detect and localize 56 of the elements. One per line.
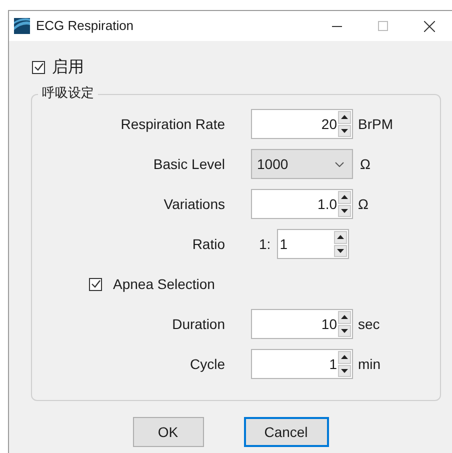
spin-value: 1 bbox=[280, 234, 288, 254]
chevron-down-icon bbox=[335, 162, 344, 166]
spin-box[interactable]: 1 bbox=[251, 349, 353, 379]
unit-label: min bbox=[358, 354, 381, 374]
unit-label: Ω bbox=[360, 154, 370, 174]
spin-up-button[interactable] bbox=[334, 231, 347, 244]
up-arrow-icon bbox=[341, 115, 348, 120]
spin-down-button[interactable] bbox=[338, 324, 351, 337]
up-arrow-icon bbox=[341, 315, 348, 320]
up-arrow-icon bbox=[336, 235, 344, 240]
field-label: Respiration Rate bbox=[120, 114, 225, 134]
down-arrow-icon bbox=[341, 128, 348, 133]
spin-down-button[interactable] bbox=[338, 204, 351, 217]
down-arrow-icon bbox=[341, 328, 348, 333]
unit-label: sec bbox=[358, 314, 380, 334]
spin-down-button[interactable] bbox=[338, 364, 351, 377]
spin-up-button[interactable] bbox=[338, 191, 351, 204]
checkbox-label: Apnea Selection bbox=[113, 274, 215, 294]
field-label: Variations bbox=[162, 194, 225, 214]
checkbox[interactable] bbox=[32, 60, 45, 74]
spin-box[interactable]: 1.0 bbox=[251, 189, 353, 219]
down-arrow-icon bbox=[341, 208, 348, 213]
spin-box[interactable]: 10 bbox=[251, 309, 353, 339]
spin-value: 1.0 bbox=[318, 194, 337, 214]
app-logo-icon bbox=[14, 18, 30, 34]
down-arrow-icon bbox=[341, 368, 348, 373]
check-icon bbox=[90, 279, 100, 289]
spin-box[interactable]: 20 bbox=[251, 109, 353, 139]
close-icon bbox=[424, 20, 434, 32]
spin-up-button[interactable] bbox=[338, 111, 351, 124]
spin-down-button[interactable] bbox=[338, 124, 351, 137]
spin-box[interactable]: 1 bbox=[276, 229, 349, 259]
unit-label: Ω bbox=[358, 194, 368, 214]
window-title: ECG Respiration bbox=[36, 17, 134, 36]
field-label: Basic Level bbox=[152, 154, 225, 174]
checkbox-label: 启用 bbox=[52, 56, 84, 78]
dialog-button[interactable]: Cancel bbox=[244, 417, 328, 447]
up-arrow-icon bbox=[341, 355, 348, 360]
ratio-prefix: 1: bbox=[259, 234, 271, 254]
spin-down-button[interactable] bbox=[334, 244, 347, 257]
dialog-button[interactable]: OK bbox=[132, 417, 204, 447]
spin-value: 1 bbox=[329, 354, 337, 374]
field-label: Ratio bbox=[191, 234, 225, 254]
unit-label: BrPM bbox=[358, 114, 393, 134]
dropdown[interactable]: 1000 bbox=[251, 149, 353, 179]
spin-up-button[interactable] bbox=[338, 351, 351, 364]
spin-value: 20 bbox=[321, 114, 337, 134]
spin-value: 10 bbox=[321, 314, 337, 334]
field-label: Cycle bbox=[188, 354, 225, 374]
check-icon bbox=[34, 62, 44, 72]
up-arrow-icon bbox=[341, 195, 348, 200]
checkbox[interactable] bbox=[89, 278, 102, 290]
down-arrow-icon bbox=[336, 248, 344, 253]
field-label: Duration bbox=[171, 314, 225, 334]
spin-up-button[interactable] bbox=[338, 311, 351, 324]
maximize-icon bbox=[378, 21, 388, 31]
